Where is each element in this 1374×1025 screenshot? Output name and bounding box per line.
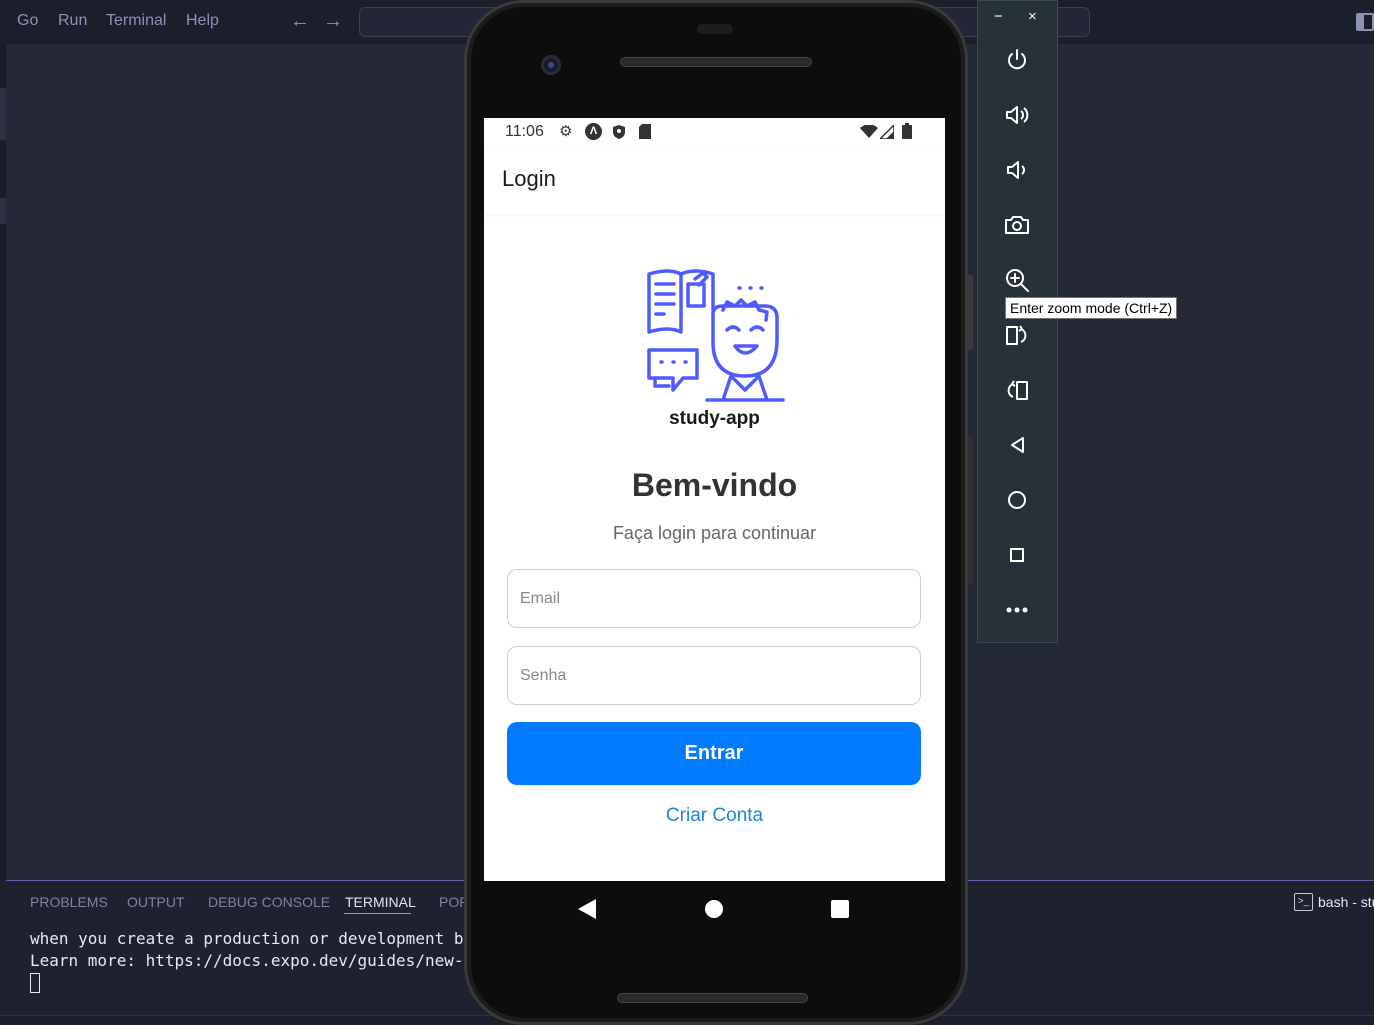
back-arrow-icon[interactable]: ← xyxy=(290,10,310,33)
rotate-right-icon[interactable] xyxy=(1000,373,1034,407)
bottom-speaker-grille xyxy=(617,993,808,1003)
more-icon[interactable] xyxy=(1000,593,1034,627)
camera-icon[interactable] xyxy=(1000,208,1034,242)
sd-card-icon xyxy=(639,124,651,139)
logo-text: study-app xyxy=(669,408,760,429)
create-account-link[interactable]: Criar Conta xyxy=(484,805,945,827)
status-time: 11:06 xyxy=(505,123,544,140)
overview-icon[interactable] xyxy=(1000,538,1034,572)
welcome-heading: Bem-vindo xyxy=(631,467,798,503)
menu-run[interactable]: Run xyxy=(58,12,87,30)
activity-bar xyxy=(0,44,6,880)
minimize-button[interactable]: − xyxy=(994,8,1003,25)
wifi-icon xyxy=(860,125,878,138)
tab-problems[interactable]: PROBLEMS xyxy=(30,894,108,910)
android-recents-icon[interactable] xyxy=(831,900,849,918)
terminal-instance-label[interactable]: bash - stu xyxy=(1318,894,1374,910)
login-button[interactable]: Entrar xyxy=(507,722,921,785)
menu-terminal[interactable]: Terminal xyxy=(106,12,166,30)
shield-icon xyxy=(613,125,625,139)
study-app-logo-icon xyxy=(647,269,785,402)
volume-up-icon[interactable] xyxy=(1000,98,1034,132)
activity-bar-item[interactable] xyxy=(0,88,6,114)
power-icon[interactable] xyxy=(1000,43,1034,77)
signal-icon xyxy=(880,125,894,139)
activity-bar-item[interactable] xyxy=(0,114,6,140)
zoom-icon[interactable] xyxy=(1000,263,1034,297)
back-icon[interactable] xyxy=(1000,428,1034,462)
android-back-icon[interactable] xyxy=(578,899,596,919)
menu-help[interactable]: Help xyxy=(186,12,219,30)
active-tab-indicator xyxy=(344,913,411,914)
tab-output[interactable]: OUTPUT xyxy=(127,894,185,910)
front-camera xyxy=(541,55,561,75)
activity-bar-item[interactable] xyxy=(0,198,6,224)
header-title: Login xyxy=(502,166,556,191)
terminal-cursor xyxy=(30,973,40,993)
app-notification-icon: Λ xyxy=(585,123,602,140)
menu-go[interactable]: Go xyxy=(17,12,38,30)
login-subtitle: Faça login para continuar xyxy=(612,523,817,543)
tab-debug-console[interactable]: DEBUG CONSOLE xyxy=(208,894,330,910)
zoom-tooltip: Enter zoom mode (Ctrl+Z) xyxy=(1005,297,1178,319)
earpiece xyxy=(697,24,733,34)
password-field[interactable] xyxy=(507,646,921,705)
android-home-icon[interactable] xyxy=(705,900,723,918)
close-button[interactable]: × xyxy=(1028,8,1037,25)
rotate-left-icon[interactable] xyxy=(1000,318,1034,352)
forward-arrow-icon[interactable]: → xyxy=(323,10,343,33)
battery-icon xyxy=(902,123,912,139)
email-field[interactable] xyxy=(507,569,921,628)
top-speaker-grille xyxy=(620,57,812,67)
terminal-line: Learn more: https://docs.expo.dev/guides… xyxy=(30,951,503,970)
volume-down-icon[interactable] xyxy=(1000,153,1034,187)
home-icon[interactable] xyxy=(1000,483,1034,517)
toggle-sidebar-icon[interactable] xyxy=(1356,13,1374,31)
settings-icon: ⚙ xyxy=(559,123,573,140)
terminal-line: when you create a production or developm… xyxy=(30,929,493,948)
terminal-icon[interactable]: >_ xyxy=(1294,893,1313,911)
tab-terminal[interactable]: TERMINAL xyxy=(345,894,416,910)
